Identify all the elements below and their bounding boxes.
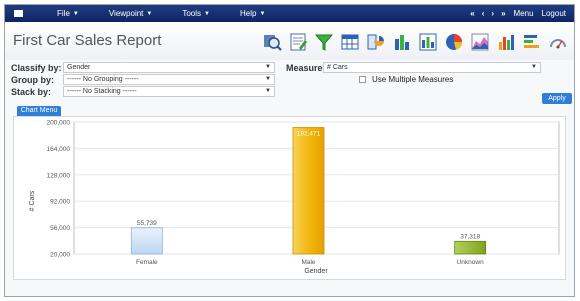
app-icon[interactable]: [14, 10, 23, 17]
table-icon[interactable]: [340, 32, 360, 52]
menu-viewpoint-label: Viewpoint: [108, 9, 144, 18]
gauge-icon[interactable]: [548, 32, 568, 52]
x-tick-label: Female: [136, 259, 158, 266]
multiple-measures-checkbox[interactable]: [359, 76, 366, 83]
stack-by-value: ------ No Stacking ------: [67, 88, 137, 95]
y-tick-label: 200,000: [47, 120, 71, 127]
y-tick-label: 128,000: [47, 172, 71, 179]
y-axis-ticks: 200,000 164,000 128,000 92,000 56,000 20,000: [47, 120, 71, 259]
column-chart-icon[interactable]: [392, 32, 412, 52]
menu-tools[interactable]: Tools ▼: [182, 9, 210, 18]
y-tick-label: 20,000: [50, 252, 70, 259]
next-page-button[interactable]: ›: [491, 9, 494, 18]
measure-label: Measure:: [286, 63, 326, 73]
menu-file[interactable]: File ▼: [57, 9, 79, 18]
classify-by-label: Classify by:: [11, 63, 62, 73]
chevron-down-icon: ▼: [265, 76, 271, 82]
logout-link[interactable]: Logout: [542, 9, 566, 18]
report-window: File ▼ Viewpoint ▼ Tools ▼ Help ▼ « ‹ › » Me…: [4, 4, 575, 297]
chart-panel: 200,000 164,000 128,000 92,000 56,000 20,000 …: [13, 116, 566, 280]
pie-chart-icon[interactable]: [444, 32, 464, 52]
x-tick-label: Male: [301, 259, 315, 266]
first-page-button[interactable]: «: [470, 9, 474, 18]
data-label: 55,739: [137, 220, 157, 227]
stacked-chart-icon[interactable]: [418, 32, 438, 52]
page-title: First Car Sales Report: [13, 32, 162, 49]
chevron-down-icon: ▼: [265, 64, 271, 70]
menu-help-label: Help: [239, 9, 257, 18]
chevron-down-icon: ▼: [72, 10, 79, 17]
area-chart-icon[interactable]: [470, 32, 490, 52]
classify-by-value: Gender: [67, 64, 91, 71]
measure-select[interactable]: # Cars ▼: [323, 62, 541, 73]
classify-by-select[interactable]: Gender ▼: [63, 62, 275, 73]
top-menu-bar: File ▼ Viewpoint ▼ Tools ▼ Help ▼ « ‹ › » Me…: [5, 5, 574, 22]
filter-icon[interactable]: [314, 32, 334, 52]
bar-unknown[interactable]: [454, 240, 487, 255]
magnify-icon[interactable]: [262, 32, 282, 52]
group-by-select[interactable]: ------ No Grouping ------ ▼: [63, 74, 275, 85]
data-label: 37,318: [460, 233, 480, 240]
chart-toolbar: [262, 32, 568, 52]
multiple-measures-label: Use Multiple Measures: [372, 75, 454, 84]
page-navigation: « ‹ › »: [470, 9, 505, 18]
bar-chart-icon[interactable]: [496, 32, 516, 52]
measure-value: # Cars: [327, 64, 348, 71]
bar-female[interactable]: [130, 227, 163, 255]
y-tick-label: 164,000: [47, 146, 71, 153]
menu-link[interactable]: Menu: [514, 9, 534, 18]
menu-help[interactable]: Help ▼: [240, 9, 265, 18]
chart-menu-tab[interactable]: Chart Menu: [17, 106, 61, 116]
menu-viewpoint[interactable]: Viewpoint ▼: [109, 9, 153, 18]
bar-chart: 200,000164,000128,00092,00056,00020,000 …: [29, 120, 560, 275]
y-tick-label: 92,000: [50, 199, 70, 206]
stack-by-select[interactable]: ------ No Stacking ------ ▼: [63, 86, 275, 97]
edit-report-icon[interactable]: [288, 32, 308, 52]
stack-by-label: Stack by:: [11, 87, 52, 97]
previous-page-button[interactable]: ‹: [482, 9, 485, 18]
menu-tools-label: Tools: [182, 9, 202, 18]
y-tick-label: 56,000: [50, 225, 70, 232]
chevron-down-icon: ▼: [531, 64, 537, 70]
bar-male[interactable]: [292, 127, 325, 255]
chevron-down-icon: ▼: [146, 10, 153, 17]
chevron-down-icon: ▼: [204, 10, 210, 17]
data-label: 192,471: [297, 131, 321, 138]
menu-file-label: File: [57, 9, 70, 18]
apply-button[interactable]: Apply: [542, 93, 572, 104]
chevron-down-icon: ▼: [265, 88, 271, 94]
group-by-label: Group by:: [11, 75, 54, 85]
horizontal-bar-icon[interactable]: [522, 32, 542, 52]
x-axis-ticks: Female Male Unknown: [136, 259, 484, 266]
x-axis-label: Gender: [304, 268, 328, 275]
y-axis-label: # Cars: [29, 190, 36, 211]
last-page-button[interactable]: »: [501, 9, 505, 18]
group-by-value: ------ No Grouping ------: [67, 76, 139, 83]
x-tick-label: Unknown: [457, 259, 484, 266]
pivot-icon[interactable]: [366, 32, 386, 52]
chevron-down-icon: ▼: [259, 10, 266, 17]
title-row: First Car Sales Report: [5, 22, 574, 60]
